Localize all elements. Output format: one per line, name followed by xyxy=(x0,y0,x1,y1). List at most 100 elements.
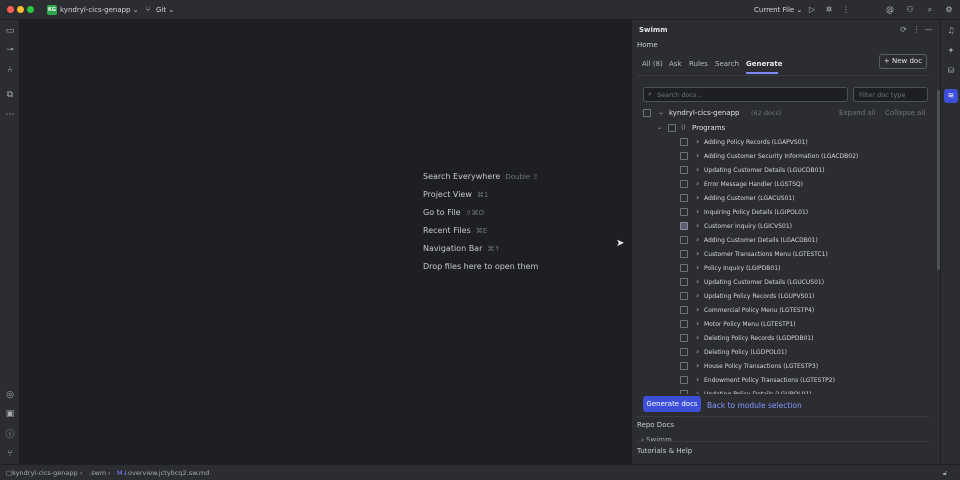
breadcrumb-home[interactable]: Home xyxy=(637,41,658,49)
programs-group-row[interactable]: ⌄ ⟨⟩ Programs xyxy=(643,122,929,135)
vcs-selector[interactable]: Git ⌄ xyxy=(156,6,174,14)
chevron-right-icon[interactable]: › xyxy=(696,263,699,272)
repo-checkbox[interactable] xyxy=(643,109,651,117)
more-actions-icon[interactable]: ⋮ xyxy=(841,5,851,15)
search-docs-input[interactable]: ⌕ Search docs... xyxy=(643,87,848,102)
chevron-right-icon[interactable]: › xyxy=(696,319,699,328)
program-checkbox[interactable] xyxy=(680,292,688,300)
mention-icon[interactable]: @ xyxy=(885,5,895,15)
database-icon[interactable]: ⛁ xyxy=(946,66,956,76)
program-checkbox[interactable] xyxy=(680,320,688,328)
gear-icon[interactable]: ⚙ xyxy=(944,5,954,15)
list-item[interactable]: › Policy Inquiry (LGIPDB01) xyxy=(643,262,929,276)
breadcrumb-project[interactable]: ▢kyndryl-cics-genapp xyxy=(6,469,78,477)
chevron-right-icon[interactable]: › xyxy=(696,291,699,300)
back-to-module-selection-link[interactable]: Back to module selection xyxy=(707,401,802,410)
editor-empty-area[interactable]: Search Everywhere Double ⇧ Project View ⌘1… xyxy=(20,20,631,464)
debug-icon[interactable]: ✲ xyxy=(824,5,834,15)
tab-rules[interactable]: Rules xyxy=(689,60,708,68)
chevron-right-icon[interactable]: › xyxy=(696,165,699,174)
run-config-selector[interactable]: Current File ⌄ xyxy=(754,6,802,14)
breadcrumb-folder[interactable]: .swm xyxy=(89,469,106,477)
list-item[interactable]: › Adding Policy Records (LGAPVS01) xyxy=(643,136,929,150)
chevron-right-icon[interactable]: › xyxy=(696,207,699,216)
folder-icon[interactable]: ▭ xyxy=(5,26,15,36)
tab-ask[interactable]: Ask xyxy=(669,60,682,68)
problems-icon[interactable]: ⓘ xyxy=(5,430,15,440)
chevron-right-icon[interactable]: › xyxy=(696,305,699,314)
user-icon[interactable]: ⚇ xyxy=(905,5,915,15)
repo-row[interactable]: ⑂ kyndryl-cics-genapp (62 docs) Expand a… xyxy=(643,108,929,120)
chevron-right-icon[interactable]: › xyxy=(696,389,699,394)
services-icon[interactable]: ◎ xyxy=(5,390,15,400)
program-checkbox[interactable] xyxy=(680,250,688,258)
chevron-right-icon[interactable]: › xyxy=(696,347,699,356)
chevron-right-icon[interactable]: › xyxy=(696,179,699,188)
program-checkbox[interactable] xyxy=(680,334,688,342)
terminal-icon[interactable]: ▣ xyxy=(5,409,15,419)
chevron-right-icon[interactable]: › xyxy=(696,361,699,370)
list-item[interactable]: › Updating Policy Details (LGUPOL01) xyxy=(643,388,929,394)
program-checkbox[interactable] xyxy=(680,390,688,394)
program-checkbox[interactable] xyxy=(680,362,688,370)
program-checkbox[interactable] xyxy=(680,348,688,356)
list-item[interactable]: › Updating Customer Details (LGUCUS01) xyxy=(643,276,929,290)
program-checkbox[interactable] xyxy=(680,138,688,146)
program-checkbox[interactable] xyxy=(680,236,688,244)
pull-request-icon[interactable]: ⑃ xyxy=(5,65,15,75)
more-tools-icon[interactable]: ⋯ xyxy=(5,110,15,120)
refresh-icon[interactable]: ⟳ xyxy=(899,25,908,34)
list-item[interactable]: › Deleting Policy (LGDPOL01) xyxy=(643,346,929,360)
tutorials-help-section[interactable]: Tutorials & Help xyxy=(637,447,692,455)
chevron-down-icon[interactable]: ⌄ xyxy=(657,124,662,131)
commit-icon[interactable]: ⊸ xyxy=(5,45,15,55)
program-checkbox[interactable] xyxy=(680,194,688,202)
lock-icon[interactable]: 🔓︎ xyxy=(943,469,947,478)
maximize-window-button[interactable] xyxy=(27,6,34,13)
program-checkbox[interactable] xyxy=(680,222,688,230)
swimm-icon[interactable]: ≋ xyxy=(946,91,956,101)
tab-generate[interactable]: Generate xyxy=(746,60,783,68)
list-item[interactable]: › Inquiring Policy Details (LGIPOL01) xyxy=(643,206,929,220)
chevron-right-icon[interactable]: › xyxy=(696,137,699,146)
program-checkbox[interactable] xyxy=(680,166,688,174)
chevron-right-icon[interactable]: › xyxy=(696,277,699,286)
list-item[interactable]: › Updating Policy Records (LGUPVS01) xyxy=(643,290,929,304)
repo-docs-child-row[interactable]: › Swimm xyxy=(641,436,672,444)
expand-all-button[interactable]: Expand all xyxy=(839,109,876,117)
list-item[interactable]: › Customer Transactions Menu (LGTESTC1) xyxy=(643,248,929,262)
new-doc-button[interactable]: + New doc xyxy=(879,54,927,69)
program-checkbox[interactable] xyxy=(680,306,688,314)
list-item[interactable]: › Customer Inquiry (LGICVS01) xyxy=(643,220,929,234)
list-item[interactable]: › Endowment Policy Transactions (LGTESTP2… xyxy=(643,374,929,388)
run-icon[interactable]: ▷ xyxy=(807,5,817,15)
breadcrumb-file[interactable]: overview.jctybcq2.sw.md xyxy=(128,469,209,477)
filter-doc-type-input[interactable]: Filter doc type xyxy=(853,87,928,102)
structure-icon[interactable]: ⧉ xyxy=(5,90,15,100)
chevron-right-icon[interactable]: › xyxy=(696,333,699,342)
close-window-button[interactable] xyxy=(7,6,14,13)
chevron-right-icon[interactable]: › xyxy=(696,151,699,160)
program-checkbox[interactable] xyxy=(680,376,688,384)
minimize-panel-icon[interactable]: — xyxy=(924,25,933,34)
program-checkbox[interactable] xyxy=(680,264,688,272)
list-item[interactable]: › Adding Customer Security Information (L… xyxy=(643,150,929,164)
program-checkbox[interactable] xyxy=(680,180,688,188)
chevron-right-icon[interactable]: › xyxy=(696,221,699,230)
collapse-all-button[interactable]: Collapse all xyxy=(885,109,925,117)
generate-docs-button[interactable]: Generate docs xyxy=(643,396,701,412)
minimize-window-button[interactable] xyxy=(17,6,24,13)
list-item[interactable]: › Adding Customer Details (LGACDB01) xyxy=(643,234,929,248)
repo-docs-section[interactable]: Repo Docs xyxy=(637,421,674,429)
list-item[interactable]: › Updating Customer Details (LGUCDB01) xyxy=(643,164,929,178)
list-item[interactable]: › Adding Customer (LGACUS01) xyxy=(643,192,929,206)
chevron-right-icon[interactable]: › xyxy=(696,375,699,384)
tab-search[interactable]: Search xyxy=(715,60,739,68)
programs-checkbox[interactable] xyxy=(668,124,676,132)
chevron-right-icon[interactable]: › xyxy=(696,235,699,244)
list-item[interactable]: › Deleting Policy Records (LGDPDB01) xyxy=(643,332,929,346)
git-icon[interactable]: ⑂ xyxy=(5,449,15,459)
list-item[interactable]: › House Policy Transactions (LGTESTP3) xyxy=(643,360,929,374)
ai-assistant-icon[interactable]: ✦ xyxy=(946,46,956,56)
notifications-icon[interactable]: ♫ xyxy=(946,26,956,36)
